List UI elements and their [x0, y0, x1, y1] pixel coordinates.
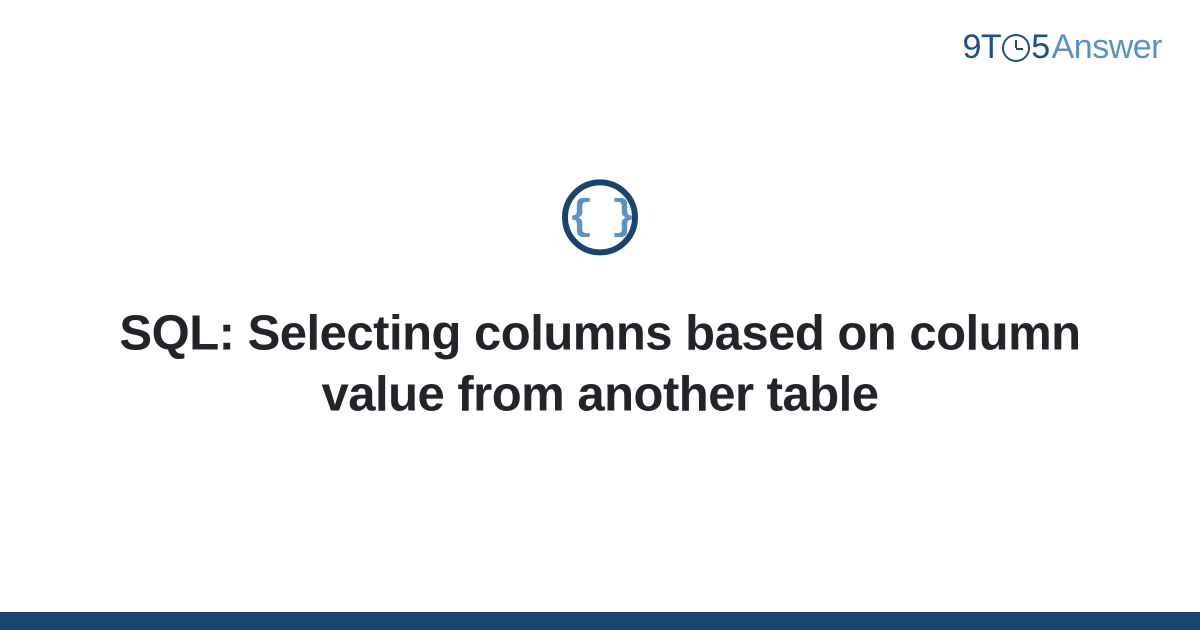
main-content: { } SQL: Selecting columns based on colu…	[0, 179, 1200, 425]
brand-logo: 9T 5 Answer	[963, 28, 1162, 67]
logo-text-answer: Answer	[1052, 28, 1162, 67]
code-braces-icon: { }	[568, 196, 632, 238]
category-icon-circle: { }	[562, 179, 638, 255]
logo-text-9t: 9T	[963, 28, 1002, 67]
clock-icon	[1002, 34, 1030, 62]
footer-bar	[0, 612, 1200, 630]
page-title: SQL: Selecting columns based on column v…	[0, 303, 1200, 426]
logo-text-5: 5	[1031, 28, 1049, 67]
